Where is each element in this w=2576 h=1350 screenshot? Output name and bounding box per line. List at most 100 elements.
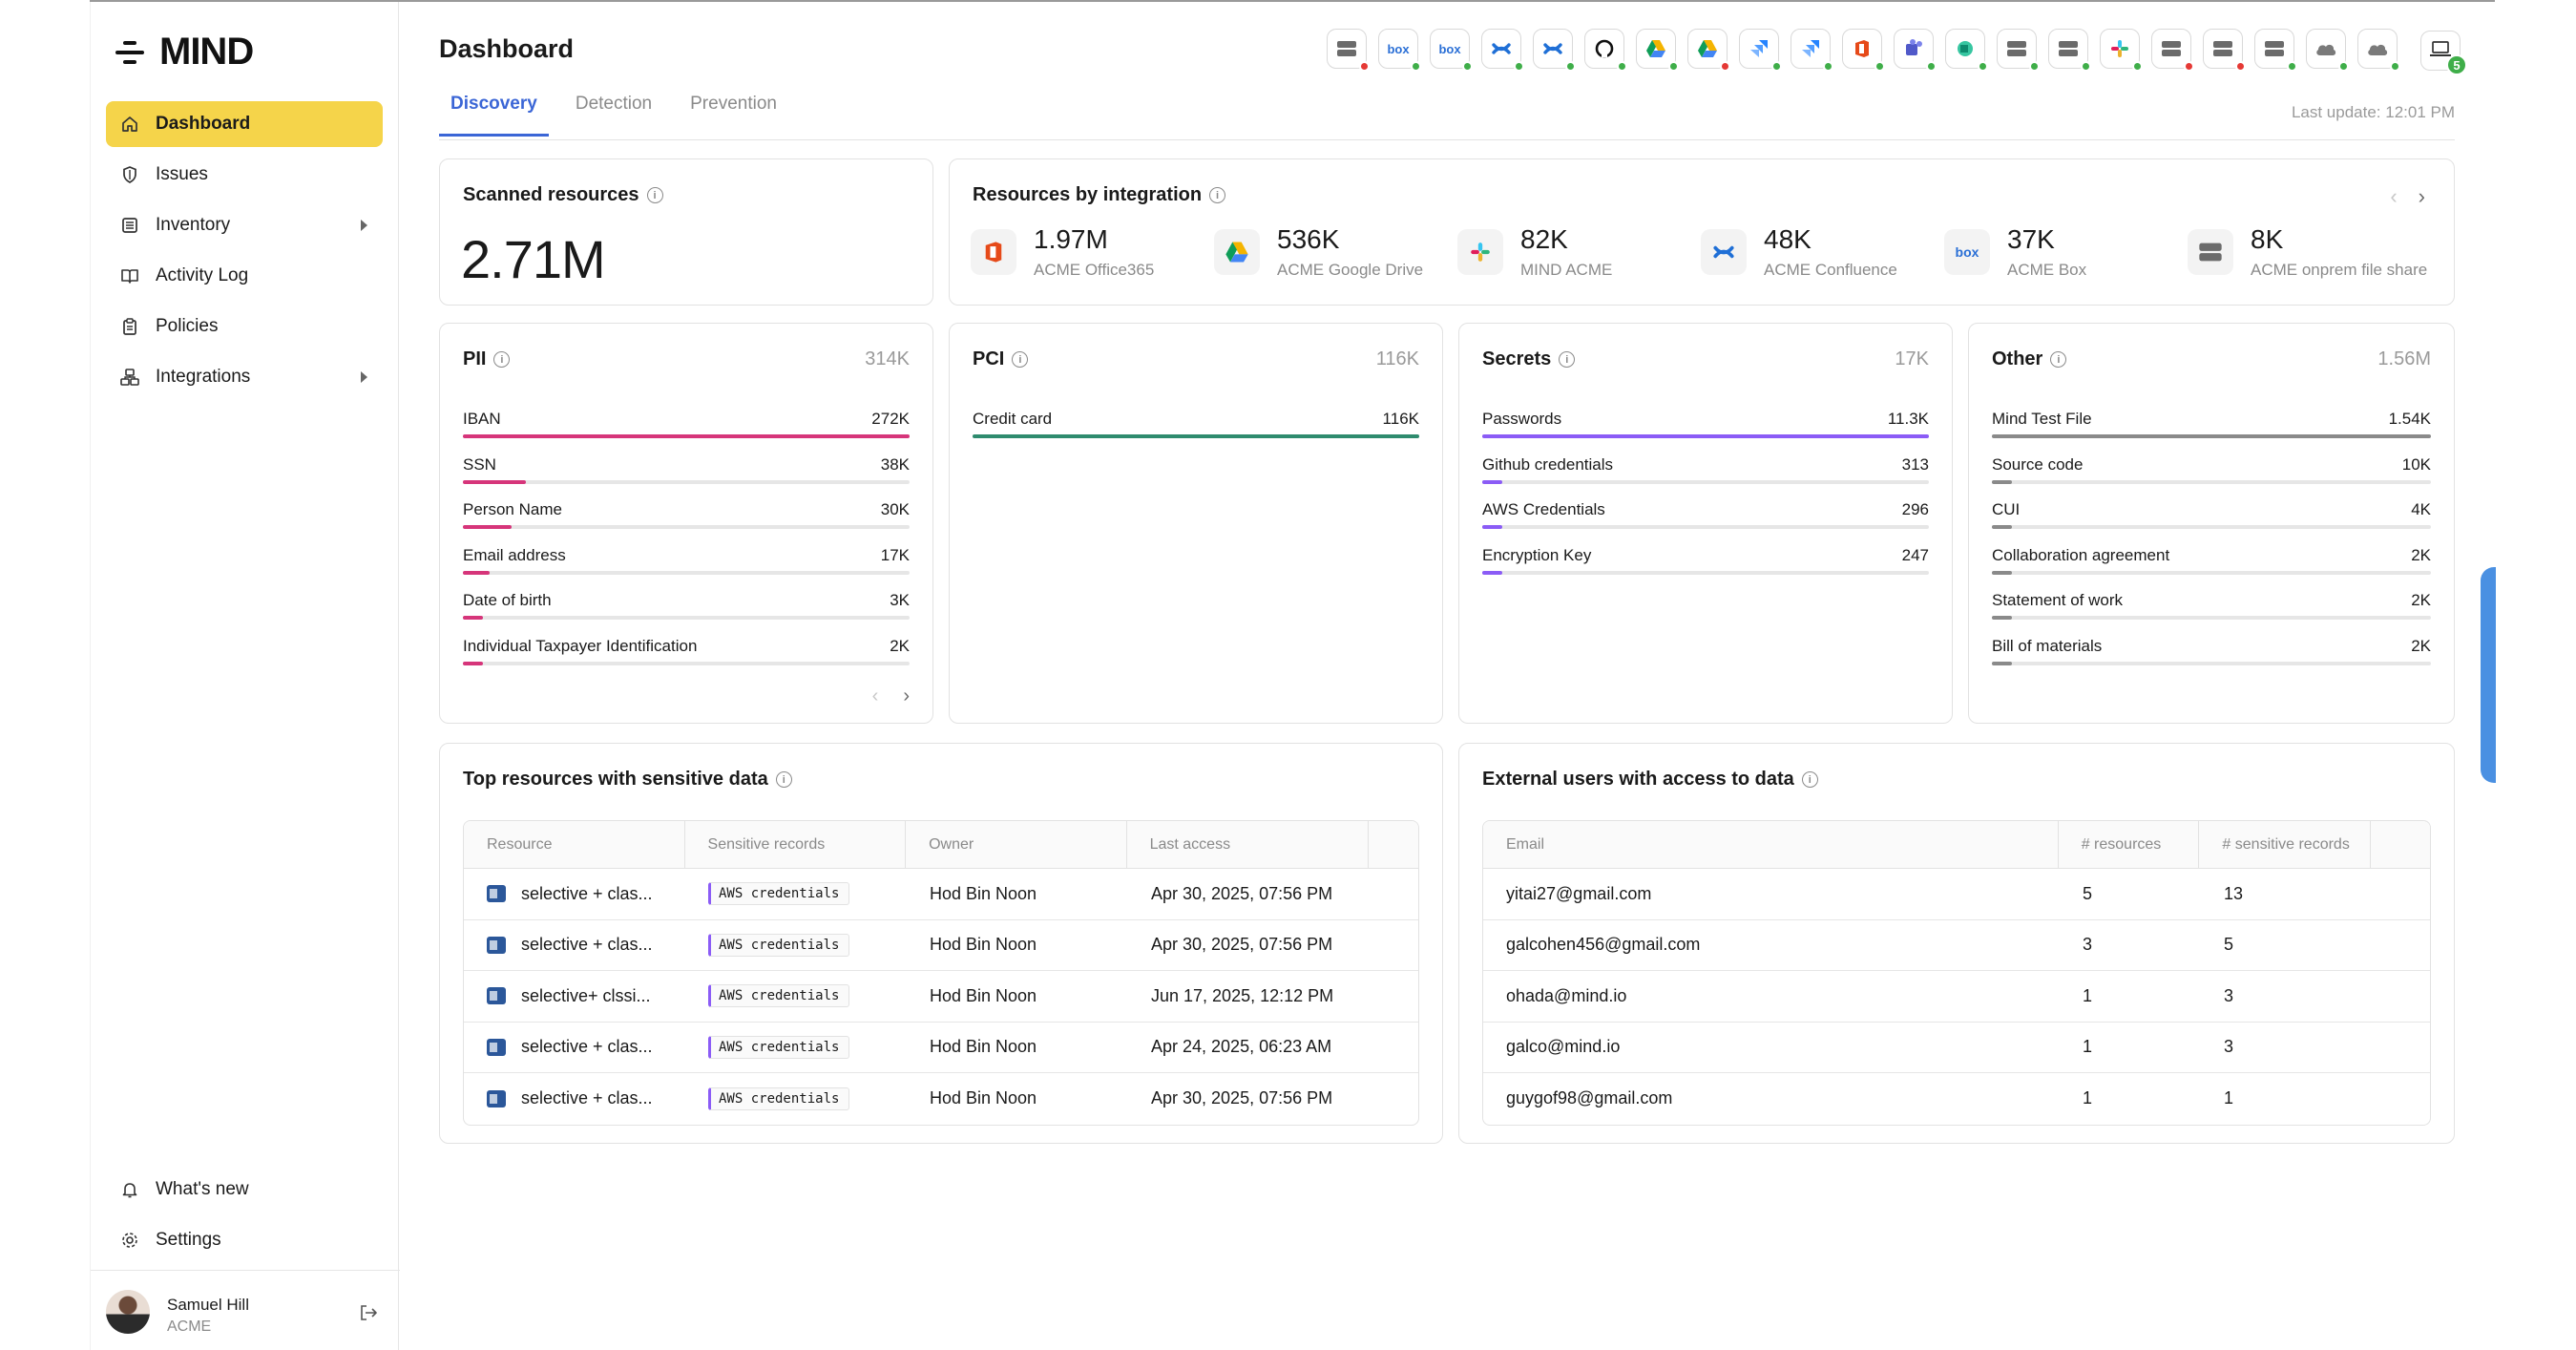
category-row[interactable]: Individual Taxpayer Identification 2K bbox=[463, 629, 910, 675]
integration-item[interactable]: box 37K ACME Box bbox=[1944, 224, 2188, 280]
google-drive-icon[interactable] bbox=[1687, 29, 1730, 72]
sharepoint-icon[interactable] bbox=[1945, 29, 1988, 72]
table-row[interactable]: guygof98@gmail.com 1 1 bbox=[1483, 1073, 2430, 1125]
category-row[interactable]: Bill of materials 2K bbox=[1992, 629, 2431, 675]
category-row[interactable]: IBAN 272K bbox=[463, 402, 910, 448]
chevron-left-icon[interactable]: ‹ bbox=[2390, 184, 2397, 209]
category-row[interactable]: Passwords 11.3K bbox=[1482, 402, 1929, 448]
github-icon[interactable] bbox=[1584, 29, 1627, 72]
info-icon[interactable]: i bbox=[1559, 351, 1576, 368]
sidebar-item-dashboard[interactable]: Dashboard bbox=[106, 101, 383, 147]
table-row[interactable]: selective + clas... AWS credentials Hod Bi… bbox=[464, 869, 1418, 920]
category-row[interactable]: Person Name 30K bbox=[463, 493, 910, 538]
integration-item[interactable]: 82K MIND ACME bbox=[1457, 224, 1701, 280]
endpoint-devices-button[interactable]: 5 bbox=[2420, 31, 2467, 75]
confluence-icon[interactable] bbox=[1533, 29, 1576, 72]
category-row[interactable]: SSN 38K bbox=[463, 448, 910, 494]
confluence-icon[interactable] bbox=[1481, 29, 1524, 72]
file-server-icon[interactable] bbox=[2048, 29, 2091, 72]
sidebar-item-settings[interactable]: Settings bbox=[106, 1217, 383, 1263]
cloud-icon[interactable] bbox=[2306, 29, 2349, 72]
sidebar-item-inventory[interactable]: Inventory bbox=[106, 202, 383, 248]
column-header[interactable]: Owner bbox=[906, 821, 1127, 868]
file-server-icon[interactable] bbox=[2203, 29, 2246, 72]
tab-detection[interactable]: Detection bbox=[564, 94, 663, 137]
category-row[interactable]: Encryption Key 247 bbox=[1482, 538, 1929, 584]
table-row[interactable]: selective + clas... AWS credentials Hod Bi… bbox=[464, 920, 1418, 971]
integration-item[interactable]: 48K ACME Confluence bbox=[1701, 224, 1944, 280]
google-drive-icon bbox=[1214, 229, 1260, 275]
email-cell: galco@mind.io bbox=[1506, 1037, 1621, 1057]
category-row[interactable]: Source code 10K bbox=[1992, 448, 2431, 494]
teams-icon[interactable] bbox=[1894, 29, 1937, 72]
file-server-icon[interactable] bbox=[2151, 29, 2194, 72]
category-row[interactable]: AWS Credentials 296 bbox=[1482, 493, 1929, 538]
column-header[interactable]: # resources bbox=[2059, 821, 2200, 868]
jira-icon[interactable] bbox=[1739, 29, 1782, 72]
column-header[interactable]: Sensitive records bbox=[685, 821, 907, 868]
table-row[interactable]: selective+ clssi... AWS credentials Hod Bi… bbox=[464, 971, 1418, 1023]
info-icon[interactable]: i bbox=[493, 351, 511, 368]
integration-item[interactable]: 8K ACME onprem file share bbox=[2188, 224, 2431, 280]
category-row[interactable]: Github credentials 313 bbox=[1482, 448, 1929, 494]
side-feedback-tab[interactable] bbox=[2481, 567, 2496, 783]
info-icon[interactable]: i bbox=[1012, 351, 1029, 368]
table-row[interactable]: selective + clas... AWS credentials Hod Bi… bbox=[464, 1023, 1418, 1073]
office365-icon[interactable] bbox=[1842, 29, 1885, 72]
table-row[interactable]: galcohen456@gmail.com 3 5 bbox=[1483, 920, 2430, 971]
category-row[interactable]: Collaboration agreement 2K bbox=[1992, 538, 2431, 584]
category-row[interactable]: Credit card 116K bbox=[973, 402, 1419, 448]
file-server-icon[interactable] bbox=[1997, 29, 2040, 72]
box-icon[interactable]: box bbox=[1378, 29, 1421, 72]
last-update: Last update: 12:01 PM bbox=[2291, 103, 2455, 121]
resource-name[interactable]: selective + clas... bbox=[521, 1037, 653, 1057]
category-row[interactable]: Date of birth 3K bbox=[463, 583, 910, 629]
card-title: Secrets i bbox=[1482, 348, 1576, 370]
tab-discovery[interactable]: Discovery bbox=[439, 94, 549, 137]
column-header[interactable]: # sensitive records bbox=[2199, 821, 2372, 868]
google-drive-icon[interactable] bbox=[1636, 29, 1679, 72]
tab-prevention[interactable]: Prevention bbox=[679, 94, 788, 137]
cloud-icon[interactable] bbox=[2357, 29, 2400, 72]
sidebar-item-activity-log[interactable]: Activity Log bbox=[106, 253, 383, 299]
sidebar-item-whats-new[interactable]: What's new bbox=[106, 1167, 383, 1213]
user-profile[interactable]: Samuel Hill ACME bbox=[91, 1270, 400, 1350]
logout-icon[interactable] bbox=[358, 1303, 379, 1327]
category-row[interactable]: Mind Test File 1.54K bbox=[1992, 402, 2431, 448]
integration-item[interactable]: 1.97M ACME Office365 bbox=[971, 224, 1214, 280]
resource-name[interactable]: selective + clas... bbox=[521, 1088, 653, 1108]
column-header[interactable]: Last access bbox=[1127, 821, 1370, 868]
table-row[interactable]: selective + clas... AWS credentials Hod Bi… bbox=[464, 1073, 1418, 1125]
chevron-right-icon[interactable] bbox=[361, 220, 367, 231]
chevron-left-icon[interactable]: ‹ bbox=[872, 686, 879, 707]
integration-item[interactable]: 536K ACME Google Drive bbox=[1214, 224, 1457, 280]
sidebar-item-policies[interactable]: Policies bbox=[106, 304, 383, 349]
info-icon[interactable]: i bbox=[1801, 771, 1818, 788]
info-icon[interactable]: i bbox=[1209, 187, 1226, 203]
info-icon[interactable]: i bbox=[646, 187, 663, 203]
info-icon[interactable]: i bbox=[2050, 351, 2067, 368]
category-row[interactable]: CUI 4K bbox=[1992, 493, 2431, 538]
file-server-icon[interactable] bbox=[1327, 29, 1370, 72]
resource-name[interactable]: selective+ clssi... bbox=[521, 986, 651, 1006]
chevron-right-icon[interactable]: › bbox=[903, 686, 910, 707]
info-icon[interactable]: i bbox=[775, 771, 792, 788]
resource-name[interactable]: selective + clas... bbox=[521, 884, 653, 904]
slack-icon[interactable] bbox=[2100, 29, 2143, 72]
category-row[interactable]: Statement of work 2K bbox=[1992, 583, 2431, 629]
column-header[interactable]: Resource bbox=[464, 821, 685, 868]
file-server-icon[interactable] bbox=[2254, 29, 2297, 72]
table-row[interactable]: ohada@mind.io 1 3 bbox=[1483, 971, 2430, 1023]
sidebar-item-issues[interactable]: Issues bbox=[106, 152, 383, 198]
table-row[interactable]: galco@mind.io 1 3 bbox=[1483, 1023, 2430, 1073]
chevron-right-icon[interactable]: › bbox=[2419, 184, 2425, 209]
column-header[interactable]: Email bbox=[1483, 821, 2059, 868]
chevron-right-icon[interactable] bbox=[361, 371, 367, 383]
sidebar-item-integrations[interactable]: Integrations bbox=[106, 354, 383, 400]
logo[interactable]: MIND bbox=[110, 31, 254, 74]
category-row[interactable]: Email address 17K bbox=[463, 538, 910, 584]
jira-icon[interactable] bbox=[1791, 29, 1833, 72]
table-row[interactable]: yitai27@gmail.com 5 13 bbox=[1483, 869, 2430, 920]
resource-name[interactable]: selective + clas... bbox=[521, 935, 653, 955]
box-icon[interactable]: box bbox=[1430, 29, 1473, 72]
